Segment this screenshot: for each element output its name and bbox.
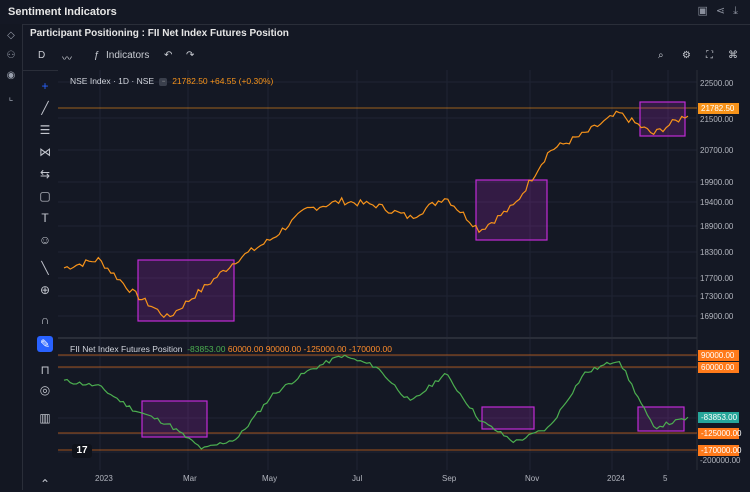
price-tick: 16900.00 — [700, 312, 734, 321]
price-tick: 17700.00 — [700, 274, 734, 283]
left-nav: ◇ ⚇ ◉ ⌞ — [0, 24, 23, 490]
level-value: 60000.00 — [227, 344, 264, 354]
price-value: 21782.50 — [172, 76, 208, 86]
window-title: Sentiment Indicators — [8, 6, 117, 18]
x-tick: Nov — [525, 474, 540, 483]
gear-icon[interactable]: ⚙ — [682, 50, 691, 61]
trendline-icon[interactable]: ╱ — [37, 100, 53, 116]
price-tick: 17300.00 — [700, 292, 734, 301]
undo-icon[interactable]: ↶ — [164, 50, 172, 61]
drawing-toolbar: + ╱ ☰ ⋈ ⇆ ▢ T ☺ ╲ ⊕ ∩ ✎ ⊓ ◎ ▥ ⌃ — [32, 72, 59, 491]
pattern-icon[interactable]: ⋈ — [37, 144, 53, 160]
video-icon[interactable]: ▣ — [698, 5, 708, 18]
forecast-icon[interactable]: ⇆ — [37, 166, 53, 182]
percent-icon[interactable]: ◉ — [5, 70, 17, 82]
interval-button[interactable]: D — [38, 50, 45, 61]
chart-canvas[interactable] — [58, 70, 750, 490]
level-tag: -125000.00 — [698, 428, 741, 439]
x-tick: Jul — [352, 474, 363, 483]
shapes-icon[interactable]: ▢ — [37, 188, 53, 204]
sub-legend: FII Net Index Futures Position -83853.00… — [70, 344, 392, 354]
indicator-value: -83853.00 — [187, 344, 226, 354]
x-tick: Sep — [442, 474, 457, 483]
highlight-box[interactable] — [475, 179, 548, 241]
page-subtitle: Participant Positioning : FII Net Index … — [30, 28, 289, 39]
download-icon[interactable]: ⤓ — [733, 5, 738, 18]
share-icon[interactable]: ⋖ — [716, 5, 725, 18]
network-icon[interactable]: ⚇ — [5, 50, 17, 62]
eye-icon[interactable]: ◎ — [37, 382, 53, 398]
indicator-name: FII Net Index Futures Position — [70, 344, 183, 354]
price-tick: 22500.00 — [700, 79, 734, 88]
zoom-icon[interactable]: ⊕ — [37, 282, 53, 298]
highlight-box[interactable] — [137, 259, 235, 322]
chart-icon[interactable]: ⌞ — [5, 92, 17, 104]
chart-type-icon[interactable]: 〰 — [62, 50, 72, 65]
price-tick: 18300.00 — [700, 248, 734, 257]
level-value: 90000.00 — [265, 344, 302, 354]
x-tick: Mar — [183, 474, 197, 483]
symbol-label: NSE Index · 1D · NSE — [70, 76, 155, 86]
fullscreen-icon[interactable]: ⛶ — [706, 50, 713, 61]
search-icon[interactable]: ⌕ — [658, 50, 664, 61]
price-tag: 21782.50 — [698, 103, 739, 114]
level-tag: 90000.00 — [698, 350, 739, 361]
hide-icon[interactable]: − — [159, 77, 168, 86]
level-tag: -170000.00 — [698, 445, 741, 456]
price-tick: 21500.00 — [700, 115, 734, 124]
highlight-box[interactable] — [141, 400, 208, 438]
sub-tick: -200000.00 — [700, 456, 741, 465]
lock-icon[interactable]: ⊓ — [37, 362, 53, 378]
x-tick: May — [262, 474, 278, 483]
price-change: +64.55 (+0.30%) — [210, 76, 274, 86]
camera-icon[interactable]: ⌘ — [728, 50, 738, 61]
indicators-button[interactable]: Indicators — [106, 50, 149, 61]
draw-mode-icon[interactable]: ✎ — [37, 336, 53, 352]
level-value: -170000.00 — [348, 344, 392, 354]
main-legend: NSE Index · 1D · NSE − 21782.50 +64.55 (… — [70, 76, 273, 86]
window-titlebar: Sentiment Indicators ▣ ⋖ ⤓ — [0, 0, 750, 25]
price-tick: 20700.00 — [700, 146, 734, 155]
indicators-icon[interactable]: ƒ — [94, 50, 100, 61]
ruler-icon[interactable]: ╲ — [37, 260, 53, 276]
x-tick: 5 — [663, 474, 668, 483]
price-tick: 19400.00 — [700, 198, 734, 207]
redo-icon[interactable]: ↷ — [186, 50, 194, 61]
level-tag: 60000.00 — [698, 362, 739, 373]
value-tag: -83853.00 — [698, 412, 739, 423]
level-value: -125000.00 — [303, 344, 347, 354]
fib-icon[interactable]: ☰ — [37, 122, 53, 138]
tradingview-logo[interactable]: 17 — [72, 444, 92, 458]
trash-icon[interactable]: ▥ — [37, 410, 53, 426]
magnet-icon[interactable]: ∩ — [37, 312, 53, 328]
price-tick: 18900.00 — [700, 222, 734, 231]
diamond-icon[interactable]: ◇ — [5, 30, 17, 42]
price-tick: 19900.00 — [700, 178, 734, 187]
text-icon[interactable]: T — [37, 210, 53, 226]
emoji-icon[interactable]: ☺ — [37, 232, 53, 248]
crosshair-icon[interactable]: + — [37, 78, 53, 94]
chart-toolbar: D 〰 ƒ Indicators ↶ ↷ ⌕ ⚙ ⛶ ⌘ — [22, 44, 750, 71]
x-tick: 2023 — [95, 474, 113, 483]
x-tick: 2024 — [607, 474, 625, 483]
